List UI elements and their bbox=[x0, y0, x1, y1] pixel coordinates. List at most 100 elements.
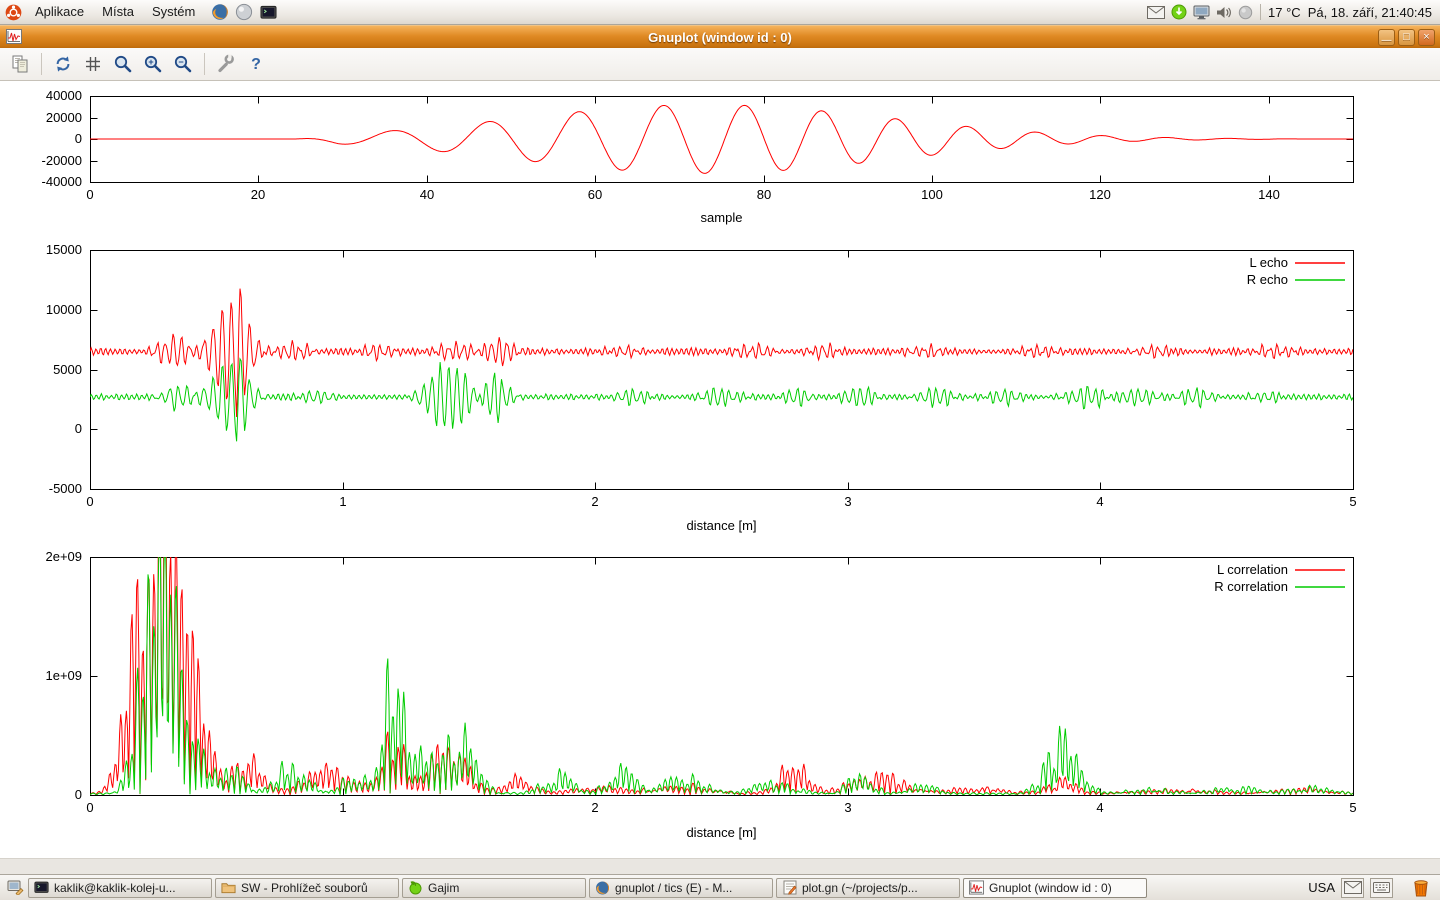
toolbar-configure-plot[interactable] bbox=[212, 51, 240, 77]
svg-text:20: 20 bbox=[251, 187, 265, 202]
toolbar-separator bbox=[41, 53, 42, 75]
gajim-icon bbox=[408, 880, 423, 895]
taskbar-window-label: Gnuplot (window id : 0) bbox=[989, 881, 1112, 895]
trash-icon[interactable] bbox=[1409, 877, 1433, 899]
menu-mista[interactable]: Místa bbox=[93, 0, 143, 24]
svg-text:120: 120 bbox=[1089, 187, 1111, 202]
plot-1: 020406080100120140-40000-200000200004000… bbox=[42, 88, 1354, 225]
toolbar-separator bbox=[204, 53, 205, 75]
taskbar-window-button[interactable]: SW - Prohlížeč souborů bbox=[215, 878, 399, 898]
folder-icon bbox=[221, 880, 236, 895]
gnuplot-plots: 020406080100120140-40000-200000200004000… bbox=[0, 81, 1440, 858]
svg-text:10000: 10000 bbox=[46, 302, 82, 317]
svg-text:4: 4 bbox=[1096, 494, 1103, 509]
taskbar-window-button[interactable]: Gajim bbox=[402, 878, 586, 898]
terminal-icon bbox=[34, 880, 49, 895]
taskbar-window-label: Gajim bbox=[428, 881, 459, 895]
plot-canvas[interactable]: 020406080100120140-40000-200000200004000… bbox=[0, 81, 1440, 858]
window-bottom-frame bbox=[0, 858, 1440, 874]
taskbar-window-button[interactable]: plot.gn (~/projects/p... bbox=[776, 878, 960, 898]
svg-text:3: 3 bbox=[844, 494, 851, 509]
svg-text:3: 3 bbox=[844, 800, 851, 815]
weather-icon[interactable] bbox=[1238, 5, 1253, 20]
legend-label: L correlation bbox=[1217, 562, 1288, 577]
ubuntu-logo-icon[interactable] bbox=[0, 0, 26, 24]
keyboard-indicator[interactable] bbox=[1370, 878, 1393, 898]
system-tray: 17 °C Pá, 18. září, 21:40:45 bbox=[1147, 4, 1440, 20]
svg-text:distance [m]: distance [m] bbox=[686, 825, 756, 840]
series-signal bbox=[90, 105, 1353, 173]
taskbar-window-label: plot.gn (~/projects/p... bbox=[802, 881, 918, 895]
svg-text:40000: 40000 bbox=[46, 88, 82, 103]
svg-text:?: ? bbox=[251, 56, 261, 73]
taskbar-window-button[interactable]: gnuplot / tics (E) - M... bbox=[589, 878, 773, 898]
taskbar-window-label: kaklik@kaklik-kolej-u... bbox=[54, 881, 176, 895]
mail-icon[interactable] bbox=[1147, 6, 1165, 19]
taskbar-window-label: SW - Prohlížeč souborů bbox=[241, 881, 368, 895]
svg-text:+: + bbox=[148, 57, 153, 67]
series-r-echo bbox=[90, 359, 1353, 441]
legend-label: R echo bbox=[1247, 272, 1288, 287]
firefox-icon bbox=[595, 880, 610, 895]
toolbar-zoom-next[interactable]: + bbox=[139, 51, 167, 77]
svg-text:−: − bbox=[178, 57, 183, 67]
clock[interactable]: Pá, 18. září, 21:40:45 bbox=[1308, 5, 1432, 20]
terminal-icon[interactable] bbox=[256, 0, 280, 24]
display-icon[interactable] bbox=[1193, 5, 1210, 20]
series-l-correlation bbox=[90, 459, 1353, 795]
toolbar-copy-to-clipboard[interactable] bbox=[6, 51, 34, 77]
window-titlebar[interactable]: Gnuplot (window id : 0) — □ × bbox=[0, 25, 1440, 48]
svg-text:0: 0 bbox=[75, 421, 82, 436]
legend-label: L echo bbox=[1249, 255, 1288, 270]
svg-text:80: 80 bbox=[757, 187, 771, 202]
svg-text:1: 1 bbox=[339, 494, 346, 509]
maximize-button[interactable]: □ bbox=[1398, 29, 1415, 46]
close-button[interactable]: × bbox=[1418, 29, 1435, 46]
svg-text:1: 1 bbox=[339, 800, 346, 815]
svg-text:0: 0 bbox=[86, 494, 93, 509]
menu-system[interactable]: Systém bbox=[143, 0, 204, 24]
firefox-icon[interactable] bbox=[208, 0, 232, 24]
software-update-icon[interactable] bbox=[1171, 4, 1187, 20]
weather-temperature[interactable]: 17 °C bbox=[1268, 5, 1301, 20]
taskbar-right: USA bbox=[1308, 877, 1435, 899]
tray-separator bbox=[1260, 4, 1261, 20]
plot-3: 01234501e+092e+09distance [m]L correlati… bbox=[45, 459, 1356, 840]
svg-text:5000: 5000 bbox=[53, 362, 82, 377]
taskbar-window-button[interactable]: Gnuplot (window id : 0) bbox=[963, 878, 1147, 898]
help-browser-icon[interactable] bbox=[232, 0, 256, 24]
gnuplot-icon bbox=[969, 880, 984, 895]
window-controls: — □ × bbox=[1378, 29, 1435, 46]
svg-text:distance [m]: distance [m] bbox=[686, 518, 756, 533]
svg-text:-5000: -5000 bbox=[49, 481, 82, 496]
show-desktop-icon[interactable] bbox=[5, 878, 25, 898]
legend-label: R correlation bbox=[1214, 579, 1288, 594]
toolbar-help[interactable]: ? bbox=[242, 51, 270, 77]
svg-text:sample: sample bbox=[701, 210, 743, 225]
svg-text:15000: 15000 bbox=[46, 242, 82, 257]
gnuplot-toolbar: + −? bbox=[0, 48, 1440, 81]
panel-menus: AplikaceMístaSystém bbox=[26, 0, 204, 24]
toolbar-toggle-grid[interactable] bbox=[79, 51, 107, 77]
svg-text:0: 0 bbox=[86, 800, 93, 815]
plot-2: 0 1 2 3 4 5 -5000 0 5000 10000 15000 distance [m] L … bbox=[46, 242, 1357, 533]
mail-indicator[interactable] bbox=[1341, 878, 1364, 898]
taskbar-window-button[interactable]: kaklik@kaklik-kolej-u... bbox=[28, 878, 212, 898]
volume-icon[interactable] bbox=[1216, 5, 1232, 20]
gnome-top-panel: AplikaceMístaSystém 17 °C Pá, 18. září, … bbox=[0, 0, 1440, 25]
svg-text:2: 2 bbox=[591, 800, 598, 815]
window-title: Gnuplot (window id : 0) bbox=[0, 30, 1440, 45]
taskbar-window-label: gnuplot / tics (E) - M... bbox=[615, 881, 732, 895]
toolbar-replot[interactable] bbox=[49, 51, 77, 77]
svg-text:100: 100 bbox=[921, 187, 943, 202]
toolbar-autoscale[interactable]: − bbox=[169, 51, 197, 77]
minimize-button[interactable]: — bbox=[1378, 29, 1395, 46]
menu-aplikace[interactable]: Aplikace bbox=[26, 0, 93, 24]
svg-text:5: 5 bbox=[1349, 494, 1356, 509]
keyboard-layout-indicator[interactable]: USA bbox=[1308, 880, 1335, 895]
svg-text:140: 140 bbox=[1258, 187, 1280, 202]
toolbar-zoom-previous[interactable] bbox=[109, 51, 137, 77]
svg-text:4: 4 bbox=[1096, 800, 1103, 815]
svg-text:5: 5 bbox=[1349, 800, 1356, 815]
svg-text:2: 2 bbox=[591, 494, 598, 509]
